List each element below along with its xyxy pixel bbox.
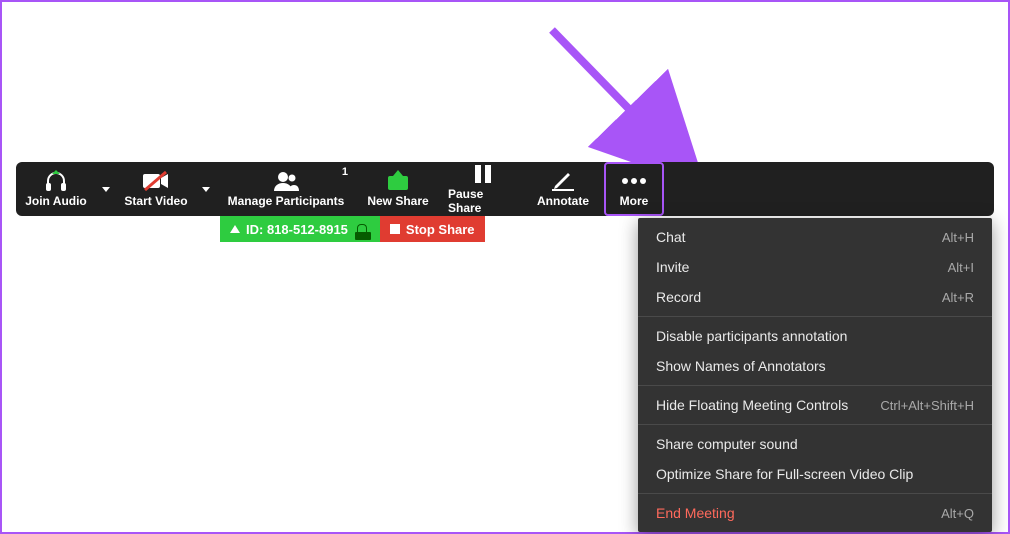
meeting-id-text: ID: 818-512-8915	[246, 222, 348, 237]
stop-share-label: Stop Share	[406, 222, 475, 237]
menu-label: Chat	[656, 229, 686, 245]
lock-icon	[357, 224, 367, 234]
menu-separator	[638, 493, 992, 494]
annotate-label: Annotate	[537, 194, 589, 208]
pencil-icon	[552, 170, 574, 192]
menu-item-end-meeting[interactable]: End Meeting Alt+Q	[638, 498, 992, 528]
menu-item-show-names[interactable]: Show Names of Annotators	[638, 351, 992, 381]
menu-shortcut: Ctrl+Alt+Shift+H	[880, 398, 974, 413]
stop-icon	[390, 224, 400, 234]
meeting-id-segment: ID: 818-512-8915	[220, 216, 380, 242]
pause-share-button[interactable]: Pause Share	[440, 162, 526, 216]
menu-label: Hide Floating Meeting Controls	[656, 397, 848, 413]
more-ellipsis-icon	[621, 170, 647, 192]
menu-item-chat[interactable]: Chat Alt+H	[638, 222, 992, 252]
menu-shortcut: Alt+H	[942, 230, 974, 245]
menu-item-share-sound[interactable]: Share computer sound	[638, 429, 992, 459]
menu-label: Optimize Share for Full-screen Video Cli…	[656, 466, 913, 482]
menu-label: Show Names of Annotators	[656, 358, 826, 374]
meeting-id-bar: ID: 818-512-8915 Stop Share	[220, 216, 485, 242]
expand-up-icon[interactable]	[230, 225, 240, 233]
start-video-label: Start Video	[124, 194, 187, 208]
stop-share-button[interactable]: Stop Share	[380, 216, 485, 242]
video-off-icon	[142, 170, 170, 192]
headphones-icon	[44, 170, 68, 192]
menu-separator	[638, 424, 992, 425]
menu-label: Invite	[656, 259, 689, 275]
manage-participants-label: Manage Participants	[228, 194, 345, 208]
pause-icon	[474, 163, 492, 185]
menu-shortcut: Alt+I	[948, 260, 974, 275]
menu-item-invite[interactable]: Invite Alt+I	[638, 252, 992, 282]
participants-icon	[272, 170, 300, 192]
menu-separator	[638, 385, 992, 386]
menu-item-optimize-video[interactable]: Optimize Share for Full-screen Video Cli…	[638, 459, 992, 489]
menu-shortcut: Alt+Q	[941, 506, 974, 521]
video-options-caret[interactable]	[196, 162, 216, 216]
manage-participants-button[interactable]: 1 Manage Participants	[216, 162, 356, 216]
more-dropdown-menu: Chat Alt+H Invite Alt+I Record Alt+R Dis…	[638, 218, 992, 532]
menu-label: Share computer sound	[656, 436, 798, 452]
join-audio-button[interactable]: Join Audio	[16, 162, 96, 216]
share-screen-icon	[386, 170, 410, 192]
new-share-label: New Share	[367, 194, 428, 208]
menu-label: Disable participants annotation	[656, 328, 847, 344]
menu-shortcut: Alt+R	[942, 290, 974, 305]
participants-count-badge: 1	[342, 166, 348, 178]
menu-label: Record	[656, 289, 701, 305]
share-toolbar: Join Audio Start Video 1 Manage Particip…	[16, 162, 994, 216]
menu-separator	[638, 316, 992, 317]
audio-options-caret[interactable]	[96, 162, 116, 216]
more-button[interactable]: More	[604, 162, 664, 216]
menu-item-hide-controls[interactable]: Hide Floating Meeting Controls Ctrl+Alt+…	[638, 390, 992, 420]
join-audio-label: Join Audio	[25, 194, 87, 208]
annotate-button[interactable]: Annotate	[526, 162, 600, 216]
new-share-button[interactable]: New Share	[356, 162, 440, 216]
pause-share-label: Pause Share	[448, 187, 518, 215]
menu-label: End Meeting	[656, 505, 735, 521]
more-label: More	[620, 194, 649, 208]
menu-item-disable-annotation[interactable]: Disable participants annotation	[638, 321, 992, 351]
start-video-button[interactable]: Start Video	[116, 162, 196, 216]
menu-item-record[interactable]: Record Alt+R	[638, 282, 992, 312]
annotation-arrow	[542, 20, 762, 180]
